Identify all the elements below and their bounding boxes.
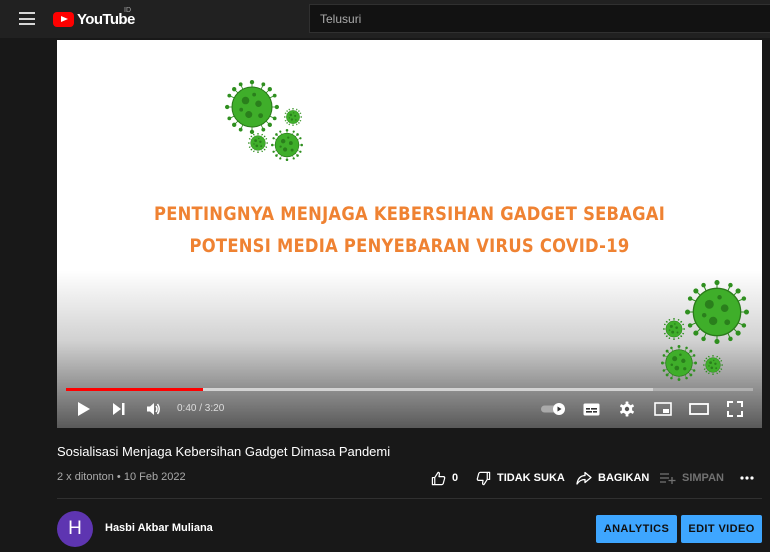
menu-icon[interactable] [19,12,35,25]
progress-played [66,388,204,391]
divider [57,498,762,499]
autoplay-toggle-icon [541,403,565,415]
video-title: Sosialisasi Menjaga Kebersihan Gadget Di… [57,444,391,459]
next-button[interactable] [108,398,130,420]
share-icon [576,471,592,485]
virus-icon [663,318,685,340]
edit-video-button[interactable]: EDIT VIDEO [681,515,762,543]
dislike-button[interactable]: TIDAK SUKA [476,470,565,486]
search-placeholder: Telusuri [320,12,362,26]
dislike-label: TIDAK SUKA [497,472,565,484]
slide-title-line-2: POTENSI MEDIA PENYEBARAN VIRUS COVID-19 [189,235,630,257]
add-to-playlist-icon [660,473,676,484]
share-button[interactable]: BAGIKAN [576,470,649,486]
autoplay-toggle[interactable] [539,398,569,420]
top-bar: YouTube ID Telusuri [0,0,770,38]
virus-icon [225,80,279,134]
youtube-play-icon [53,11,74,27]
miniplayer-button[interactable] [652,398,674,420]
fullscreen-icon [727,401,743,417]
settings-button[interactable] [616,398,638,420]
save-label: SIMPAN [682,472,724,484]
fullscreen-button[interactable] [724,398,746,420]
virus-icon [271,129,303,161]
thumbs-down-icon [476,471,491,485]
more-icon [740,476,754,480]
analytics-button[interactable]: ANALYTICS [596,515,677,543]
theater-mode-button[interactable] [688,398,710,420]
video-meta: 2 x ditonton • 10 Feb 2022 [57,471,186,483]
subtitles-icon [583,403,599,415]
virus-icon [685,280,749,344]
thumbs-up-icon [431,471,446,485]
like-button[interactable]: 0 [431,470,458,486]
virus-icon [284,108,302,126]
subtitles-button[interactable] [580,398,602,420]
progress-bar[interactable] [66,388,753,391]
region-code: ID [124,7,131,14]
play-icon [78,402,90,416]
virus-icon [661,345,697,381]
virus-icon [703,355,723,375]
video-player[interactable]: PENTINGNYA MENJAGA KEBERSIHAN GADGET SEB… [57,40,762,428]
virus-icon [248,133,268,153]
volume-button[interactable] [143,398,165,420]
slide-title-line-1: PENTINGNYA MENJAGA KEBERSIHAN GADGET SEB… [153,203,666,225]
share-label: BAGIKAN [598,472,650,484]
theater-icon [689,403,709,415]
volume-icon [147,403,160,415]
channel-avatar[interactable]: H [57,511,93,547]
miniplayer-icon [654,402,672,416]
search-input[interactable]: Telusuri [309,4,770,33]
play-button[interactable] [73,398,95,420]
settings-icon [620,401,634,417]
channel-name[interactable]: Hasbi Akbar Muliana [105,522,213,534]
save-button[interactable]: SIMPAN [660,470,724,486]
like-count: 0 [452,472,459,484]
youtube-logo[interactable]: YouTube [53,9,135,29]
time-display: 0:40 / 3:20 [177,403,225,414]
next-icon [113,403,125,415]
more-actions-button[interactable] [740,470,760,486]
